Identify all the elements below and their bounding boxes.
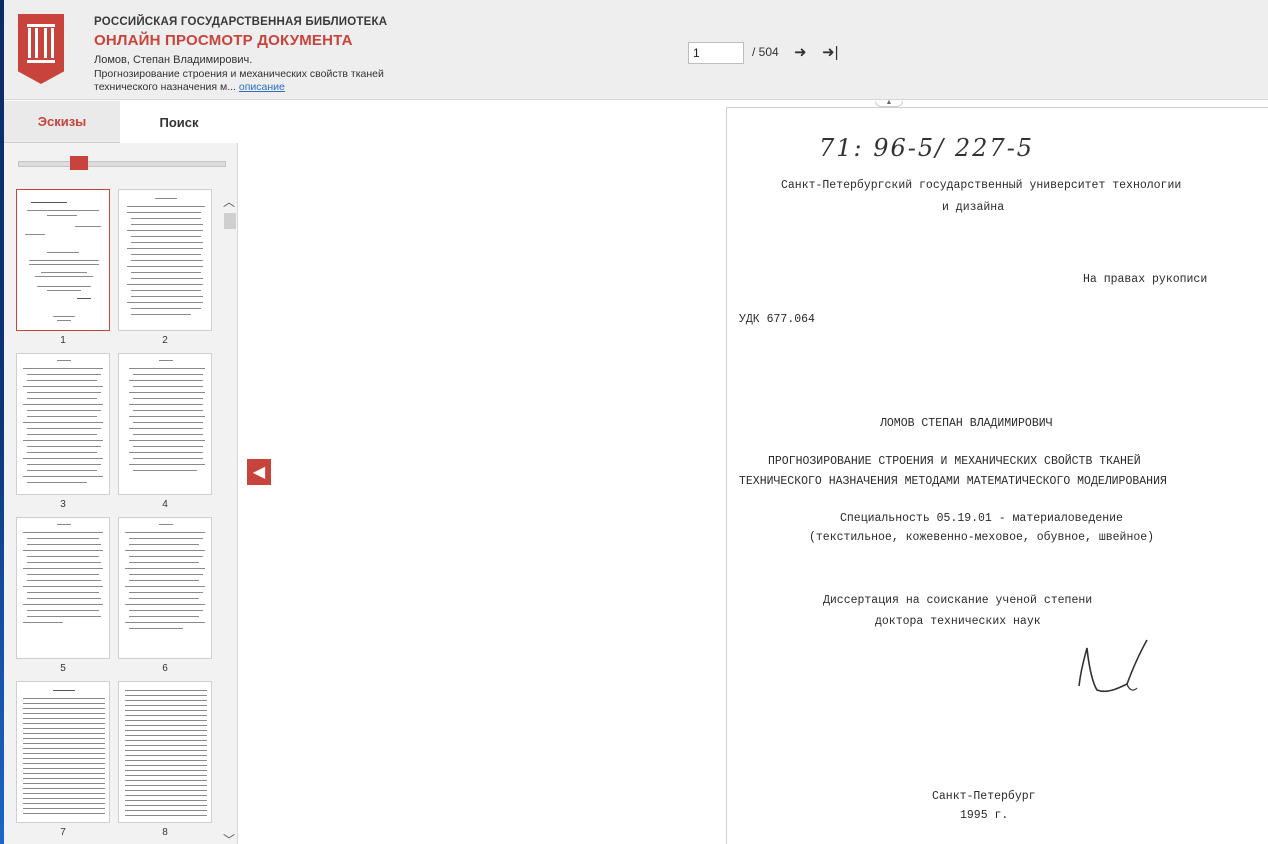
last-page-button[interactable]: ➜| — [822, 45, 838, 60]
document-page: 71: 96-5/ 227-5 Санкт-Петербургский госу… — [726, 107, 1268, 844]
logo-column — [44, 28, 47, 58]
year: 1995 г. — [960, 809, 1009, 822]
logo-column — [51, 28, 54, 58]
title-line1: ПРОГНОЗИРОВАНИЕ СТРОЕНИЯ И МЕХАНИЧЕСКИХ … — [768, 455, 1141, 468]
thumbnail-page[interactable] — [118, 517, 212, 659]
thumbnail-page[interactable] — [118, 189, 212, 331]
thumbnail-zoom-slider[interactable] — [18, 161, 226, 167]
thumbnail-label: 3 — [60, 499, 66, 510]
logo-column — [35, 28, 38, 58]
handwritten-code: 71: 96-5/ 227-5 — [819, 134, 1035, 162]
specialty-line1: Специальность 05.19.01 - материаловедени… — [840, 512, 1123, 525]
thumbnail-page[interactable] — [118, 681, 212, 823]
university-line1: Санкт-Петербургский государственный унив… — [781, 179, 1182, 192]
thumbnail-page[interactable] — [16, 189, 110, 331]
thumbnail-label: 6 — [162, 663, 168, 674]
arrow-to-end-icon: ➜| — [822, 44, 839, 61]
document-author: Ломов, Степан Владимирович. — [94, 54, 253, 66]
arrow-left-icon: ◀ — [252, 464, 266, 481]
thumbnail-label: 2 — [162, 335, 168, 346]
description-link[interactable]: описание — [239, 81, 285, 93]
document-description-line2: технического назначения м... описание — [94, 81, 285, 93]
thumbnail-label: 1 — [60, 335, 66, 346]
thumbnail-page[interactable] — [16, 353, 110, 495]
logo-bar — [27, 60, 55, 63]
logo-bar — [27, 24, 55, 27]
title-line2: ТЕХНИЧЕСКОГО НАЗНАЧЕНИЯ МЕТОДАМИ МАТЕМАТ… — [739, 475, 1167, 488]
author-name: ЛОМОВ СТЕПАН ВЛАДИМИРОВИЧ — [880, 417, 1053, 430]
specialty-line2: (текстильное, кожевенно-меховое, обувное… — [809, 531, 1155, 544]
signature — [1078, 639, 1148, 693]
page-number-input[interactable] — [688, 42, 744, 64]
library-name: РОССИЙСКАЯ ГОСУДАРСТВЕННАЯ БИБЛИОТЕКА — [94, 16, 388, 28]
thumbnail-label: 4 — [162, 499, 168, 510]
tab-search[interactable]: Поиск — [120, 101, 238, 143]
library-logo-icon[interactable] — [18, 14, 64, 84]
thumbnail-list: 1 2 3 4 5 6 7 8 — [4, 183, 222, 844]
tab-thumbnails[interactable]: Эскизы — [4, 101, 120, 143]
thumbnail-label: 5 — [60, 663, 66, 674]
page-total: / 504 — [752, 45, 779, 59]
dissertation-line1: Диссертация на соискание ученой степени — [823, 594, 1093, 607]
zoom-slider-handle[interactable] — [70, 156, 88, 170]
chevron-down-icon[interactable]: ﹀ — [222, 831, 236, 844]
thumbnail-scrollbar[interactable] — [224, 213, 236, 229]
rights-notice: На правах рукописи — [1083, 273, 1208, 286]
dissertation-line2: доктора технических наук — [875, 615, 1041, 628]
document-viewer: ◀ ▲ 71: 96-5/ 227-5 Санкт-Петербургский … — [239, 99, 1268, 844]
thumbnail-page[interactable] — [16, 517, 110, 659]
city: Санкт-Петербург — [932, 790, 1036, 803]
university-line2: и дизайна — [942, 201, 1005, 214]
thumbnail-page[interactable] — [118, 353, 212, 495]
collapse-sidebar-button[interactable]: ◀ — [247, 459, 271, 485]
header: РОССИЙСКАЯ ГОСУДАРСТВЕННАЯ БИБЛИОТЕКА ОН… — [4, 0, 1268, 100]
view-title: ОНЛАЙН ПРОСМОТР ДОКУМЕНТА — [94, 32, 353, 49]
sidebar: Эскизы Поиск 1 2 3 4 5 6 7 8 ︿ ﹀ — [4, 101, 238, 844]
udk-code: УДК 677.064 — [739, 313, 815, 326]
next-page-button[interactable]: ➜ — [794, 45, 807, 60]
arrow-right-icon: ➜ — [794, 44, 807, 61]
thumbnail-label: 8 — [162, 827, 168, 838]
document-viewer-window: РОССИЙСКАЯ ГОСУДАРСТВЕННАЯ БИБЛИОТЕКА ОН… — [4, 0, 1268, 844]
chevron-up-icon[interactable]: ︿ — [222, 193, 236, 210]
logo-column — [28, 28, 31, 58]
thumbnail-label: 7 — [60, 827, 66, 838]
thumbnail-page[interactable] — [16, 681, 110, 823]
document-description-line1: Прогнозирование строения и механических … — [94, 68, 384, 80]
document-description-text: технического назначения м... — [94, 81, 236, 93]
